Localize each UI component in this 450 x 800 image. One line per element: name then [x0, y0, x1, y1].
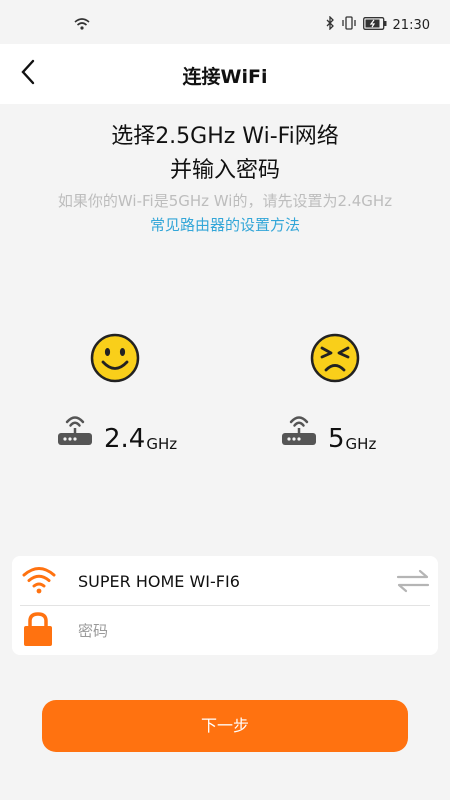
nav-bar: 连接WiFi [0, 44, 450, 104]
router-icon [280, 410, 318, 452]
vibrate-icon [341, 16, 357, 34]
status-bar: 21:30 [0, 0, 450, 44]
frown-face-icon [310, 333, 360, 383]
instruction-heading-line2: 并输入密码 [169, 158, 280, 183]
wifi-icon [22, 565, 56, 599]
band-5ghz: 5 GHz [280, 410, 376, 452]
next-step-button[interactable]: 下一步 [42, 700, 408, 752]
lock-icon [22, 610, 54, 652]
swap-arrows-icon [396, 569, 430, 593]
page-title: 连接WiFi [182, 66, 268, 88]
band-2-4ghz: 2.4 GHz [56, 410, 177, 452]
band-unit: GHz [345, 435, 377, 453]
wifi-status-icon [74, 16, 90, 35]
router-icon [56, 410, 94, 452]
ssid-value[interactable]: SUPER HOME WI-FI6 [78, 572, 240, 591]
smile-face-icon [90, 333, 140, 383]
battery-charging-icon [362, 16, 387, 34]
wifi-form-card: SUPER HOME WI-FI6 [12, 556, 438, 655]
bluetooth-icon [325, 15, 335, 34]
band-unit: GHz [146, 435, 178, 453]
instruction-heading-line1: 选择2.5GHz Wi-Fi网络 [111, 124, 339, 149]
password-row [12, 606, 438, 654]
switch-network-button[interactable] [396, 568, 430, 594]
status-time: 21:30 [392, 17, 430, 33]
band-value: 5 [328, 424, 345, 454]
password-field[interactable] [78, 616, 418, 646]
ssid-row: SUPER HOME WI-FI6 [12, 556, 438, 604]
router-guide-link[interactable]: 常见路由器的设置方法 [0, 214, 450, 235]
band-value: 2.4 [104, 424, 146, 454]
status-right: 21:30 [325, 15, 430, 34]
instruction-hint: 如果你的Wi-Fi是5GHz Wi的，请先设置为2.4GHz [57, 192, 393, 210]
